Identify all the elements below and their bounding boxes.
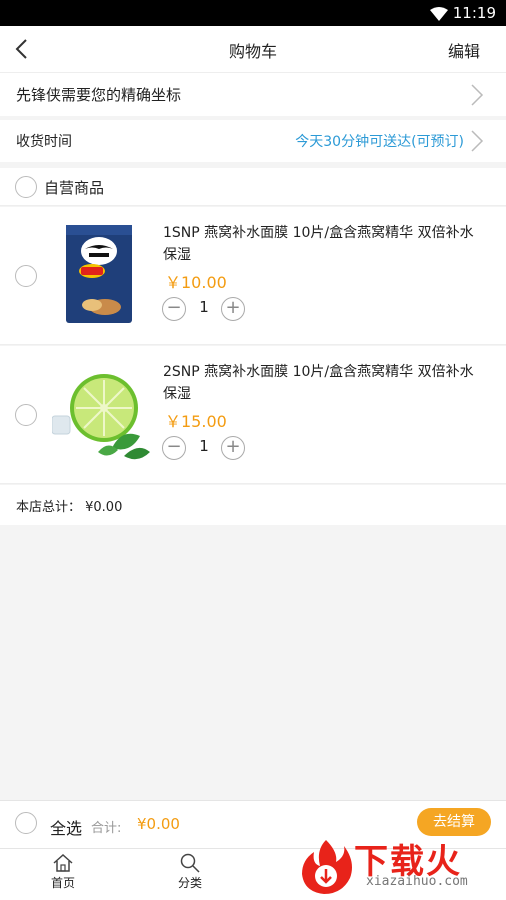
cart-item: 2SNP 燕窝补水面膜 10片/盒含燕窝精华 双倍补水保湿 ￥15.00 − 1… bbox=[0, 346, 506, 484]
product-name[interactable]: 2SNP 燕窝补水面膜 10片/盒含燕窝精华 双倍补水保湿 bbox=[163, 361, 483, 405]
tab-category-label: 分类 bbox=[177, 876, 202, 890]
wifi-icon bbox=[430, 6, 448, 25]
product-name[interactable]: 1SNP 燕窝补水面膜 10片/盒含燕窝精华 双倍补水保湿 bbox=[163, 222, 483, 266]
app-header: 购物车 编辑 bbox=[0, 26, 506, 72]
shop-select-radio[interactable] bbox=[15, 176, 37, 198]
delivery-time-row[interactable]: 收货时间 今天30分钟可送达(可预订) bbox=[0, 120, 506, 162]
tab-home[interactable]: 首页 bbox=[33, 853, 93, 891]
total-value: ¥0.00 bbox=[137, 815, 180, 833]
minus-icon[interactable]: − bbox=[162, 436, 186, 460]
quantity-value: 1 bbox=[199, 298, 209, 316]
minus-icon[interactable]: − bbox=[162, 297, 186, 321]
product-image[interactable] bbox=[52, 219, 152, 329]
select-all-label[interactable]: 全选 bbox=[50, 815, 82, 839]
edit-button[interactable]: 编辑 bbox=[448, 38, 480, 62]
plus-icon[interactable]: + bbox=[221, 297, 245, 321]
status-time: 11:19 bbox=[452, 4, 496, 22]
home-icon bbox=[53, 853, 73, 872]
flame-logo-icon bbox=[302, 840, 352, 894]
item-select-radio[interactable] bbox=[15, 265, 37, 287]
quantity-stepper: − 1 + bbox=[162, 297, 252, 321]
tab-category[interactable]: 分类 bbox=[160, 853, 220, 891]
chevron-right-icon bbox=[470, 83, 484, 107]
delivery-time-label: 收货时间 bbox=[16, 134, 72, 150]
delivery-time-value: 今天30分钟可送达(可预订) bbox=[295, 134, 464, 150]
product-price: ￥15.00 bbox=[165, 412, 227, 431]
status-bar: 11:19 bbox=[0, 0, 506, 26]
shop-subtotal-row: 本店总计： ¥0.00 bbox=[0, 485, 506, 525]
tab-home-label: 首页 bbox=[50, 876, 75, 890]
quantity-stepper: − 1 + bbox=[162, 436, 252, 460]
location-text: 先锋侠需要您的精确坐标 bbox=[16, 86, 182, 104]
checkout-button[interactable]: 去结算 bbox=[417, 808, 491, 836]
chevron-right-icon bbox=[470, 129, 484, 153]
shop-subtotal: 本店总计： ¥0.00 bbox=[16, 500, 123, 515]
item-select-radio[interactable] bbox=[15, 404, 37, 426]
total-label: 合计: bbox=[91, 821, 122, 836]
select-all-radio[interactable] bbox=[15, 812, 37, 834]
shop-name: 自营商品 bbox=[44, 179, 105, 197]
product-image[interactable] bbox=[51, 358, 152, 468]
search-icon bbox=[180, 853, 200, 873]
location-row[interactable]: 先锋侠需要您的精确坐标 bbox=[0, 72, 506, 116]
cart-item: 1SNP 燕窝补水面膜 10片/盒含燕窝精华 双倍补水保湿 ￥10.00 − 1… bbox=[0, 207, 506, 345]
page-title: 购物车 bbox=[228, 42, 277, 61]
quantity-value: 1 bbox=[199, 437, 209, 455]
watermark-logo: 下载火 xiazaihuo.com bbox=[296, 836, 506, 896]
watermark-url: xiazaihuo.com bbox=[366, 874, 468, 889]
plus-icon[interactable]: + bbox=[221, 436, 245, 460]
shop-header: 自营商品 bbox=[0, 168, 506, 206]
product-price: ￥10.00 bbox=[165, 273, 227, 292]
